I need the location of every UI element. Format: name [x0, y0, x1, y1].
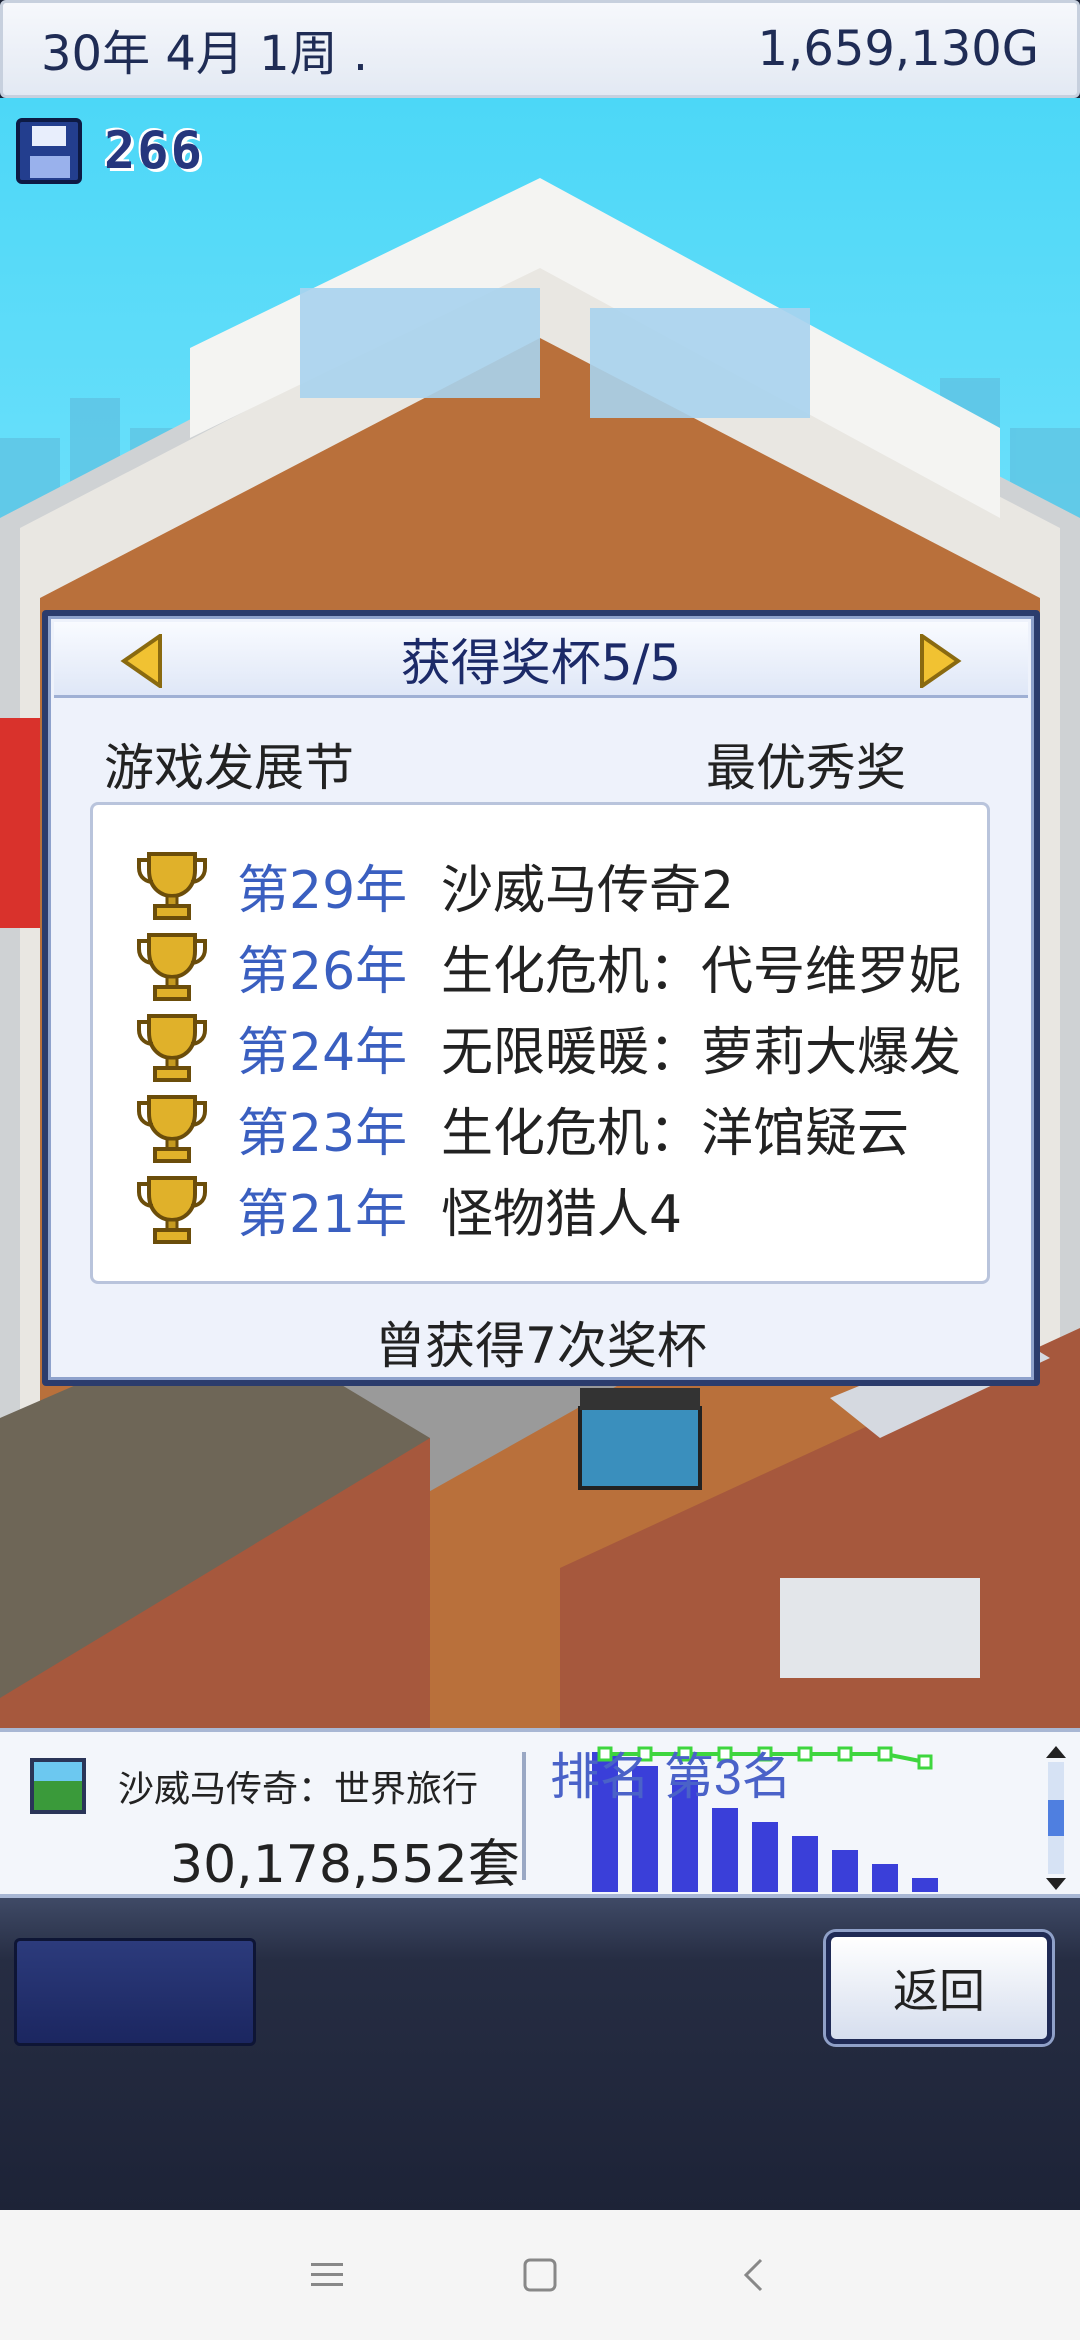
game-thumbnail-icon [30, 1758, 86, 1814]
current-game-sales: 30,178,552套 [170, 1835, 520, 1895]
system-nav-bar [0, 2210, 1080, 2340]
ranking-point [797, 1746, 813, 1762]
panel-divider [522, 1752, 526, 1880]
ranking-point [917, 1754, 933, 1770]
save-count: 266 [104, 121, 204, 181]
trophy-year: 第26年 [237, 942, 408, 1002]
return-button[interactable]: 返回 [826, 1932, 1052, 2044]
dialog-header: 获得奖杯5/5 [54, 622, 1028, 698]
ranking-bar [912, 1878, 938, 1892]
trophy-game-name: 生化危机：洋馆疑云 [441, 1104, 910, 1164]
ranking-bar [752, 1822, 778, 1892]
trophy-dialog: 获得奖杯5/5 游戏发展节 最优秀奖 第29年 沙威马传奇2 第26年 生化危机… [42, 610, 1040, 1386]
ranking-history-chart: 排名 第3名 [550, 1746, 938, 1892]
gold-trophy-icon [137, 1094, 207, 1163]
trophy-game-name: 无限暖暖：萝莉大爆发 [441, 1023, 962, 1083]
info-scrollbar[interactable] [1044, 1744, 1068, 1892]
save-counter: 266 [16, 116, 204, 186]
current-game-name: 沙威马传奇：世界旅行 [118, 1769, 479, 1810]
ranking-point [837, 1746, 853, 1762]
trophy-game-name: 生化危机：代号维罗妮 [441, 942, 962, 1002]
ranking-bar [832, 1850, 858, 1892]
gold-trophy-icon [137, 1175, 207, 1244]
trophy-year: 第29年 [237, 861, 408, 921]
dialog-title: 获得奖杯5/5 [400, 633, 682, 692]
ranking-bar [872, 1864, 898, 1892]
trophy-row: 第21年 怪物猎人4 [93, 1169, 987, 1250]
trophy-list: 第29年 沙威马传奇2 第26年 生化危机：代号维罗妮 第24年 无限暖暖：萝莉… [90, 802, 990, 1284]
ranking-bar [792, 1836, 818, 1892]
scroll-down-icon[interactable] [1046, 1878, 1066, 1890]
ranking-label: 排名 第3名 [550, 1749, 792, 1805]
trophy-year: 第21年 [237, 1185, 408, 1245]
trophy-row: 第26年 生化危机：代号维罗妮 [93, 926, 987, 1007]
trophy-year: 第23年 [237, 1104, 408, 1164]
trophy-game-name: 怪物猎人4 [441, 1185, 683, 1245]
prev-page-arrow-icon[interactable] [120, 634, 164, 688]
gold-trophy-icon [137, 851, 207, 920]
menu-slot-button[interactable] [14, 1938, 256, 2046]
money-amount: 1,659,130G [757, 21, 1039, 77]
menu-icon[interactable] [297, 2245, 357, 2305]
award-subheader: 游戏发展节 最优秀奖 [104, 728, 906, 800]
floppy-disk-icon [16, 118, 82, 184]
trophy-row: 第29年 沙威马传奇2 [93, 845, 987, 926]
current-game-panel[interactable]: 沙威马传奇：世界旅行 30,178,552套 排名 第3名 [0, 1728, 1080, 1898]
gold-trophy-icon [137, 932, 207, 1001]
trophy-row: 第24年 无限暖暖：萝莉大爆发 [93, 1007, 987, 1088]
trophy-row: 第23年 生化危机：洋馆疑云 [93, 1088, 987, 1169]
trophy-count-footer: 曾获得7次奖杯 [375, 1317, 707, 1375]
status-bar: 30年 4月 1周 . 1,659,130G [0, 0, 1080, 98]
game-date: 30年 4月 1周 . [41, 26, 369, 82]
back-chevron-icon[interactable] [723, 2245, 783, 2305]
return-button-label: 返回 [893, 1964, 985, 2018]
home-square-icon[interactable] [510, 2245, 570, 2305]
control-area: 返回 [0, 1898, 1080, 2210]
scroll-up-icon[interactable] [1046, 1746, 1066, 1758]
gold-trophy-icon [137, 1013, 207, 1082]
trophy-year: 第24年 [237, 1023, 408, 1083]
ranking-bar [712, 1808, 738, 1892]
award-category: 游戏发展节 [104, 739, 354, 797]
award-name: 最优秀奖 [706, 739, 906, 797]
trophy-game-name: 沙威马传奇2 [441, 861, 735, 921]
next-page-arrow-icon[interactable] [918, 634, 962, 688]
scroll-thumb[interactable] [1048, 1800, 1064, 1836]
ranking-point [877, 1746, 893, 1762]
